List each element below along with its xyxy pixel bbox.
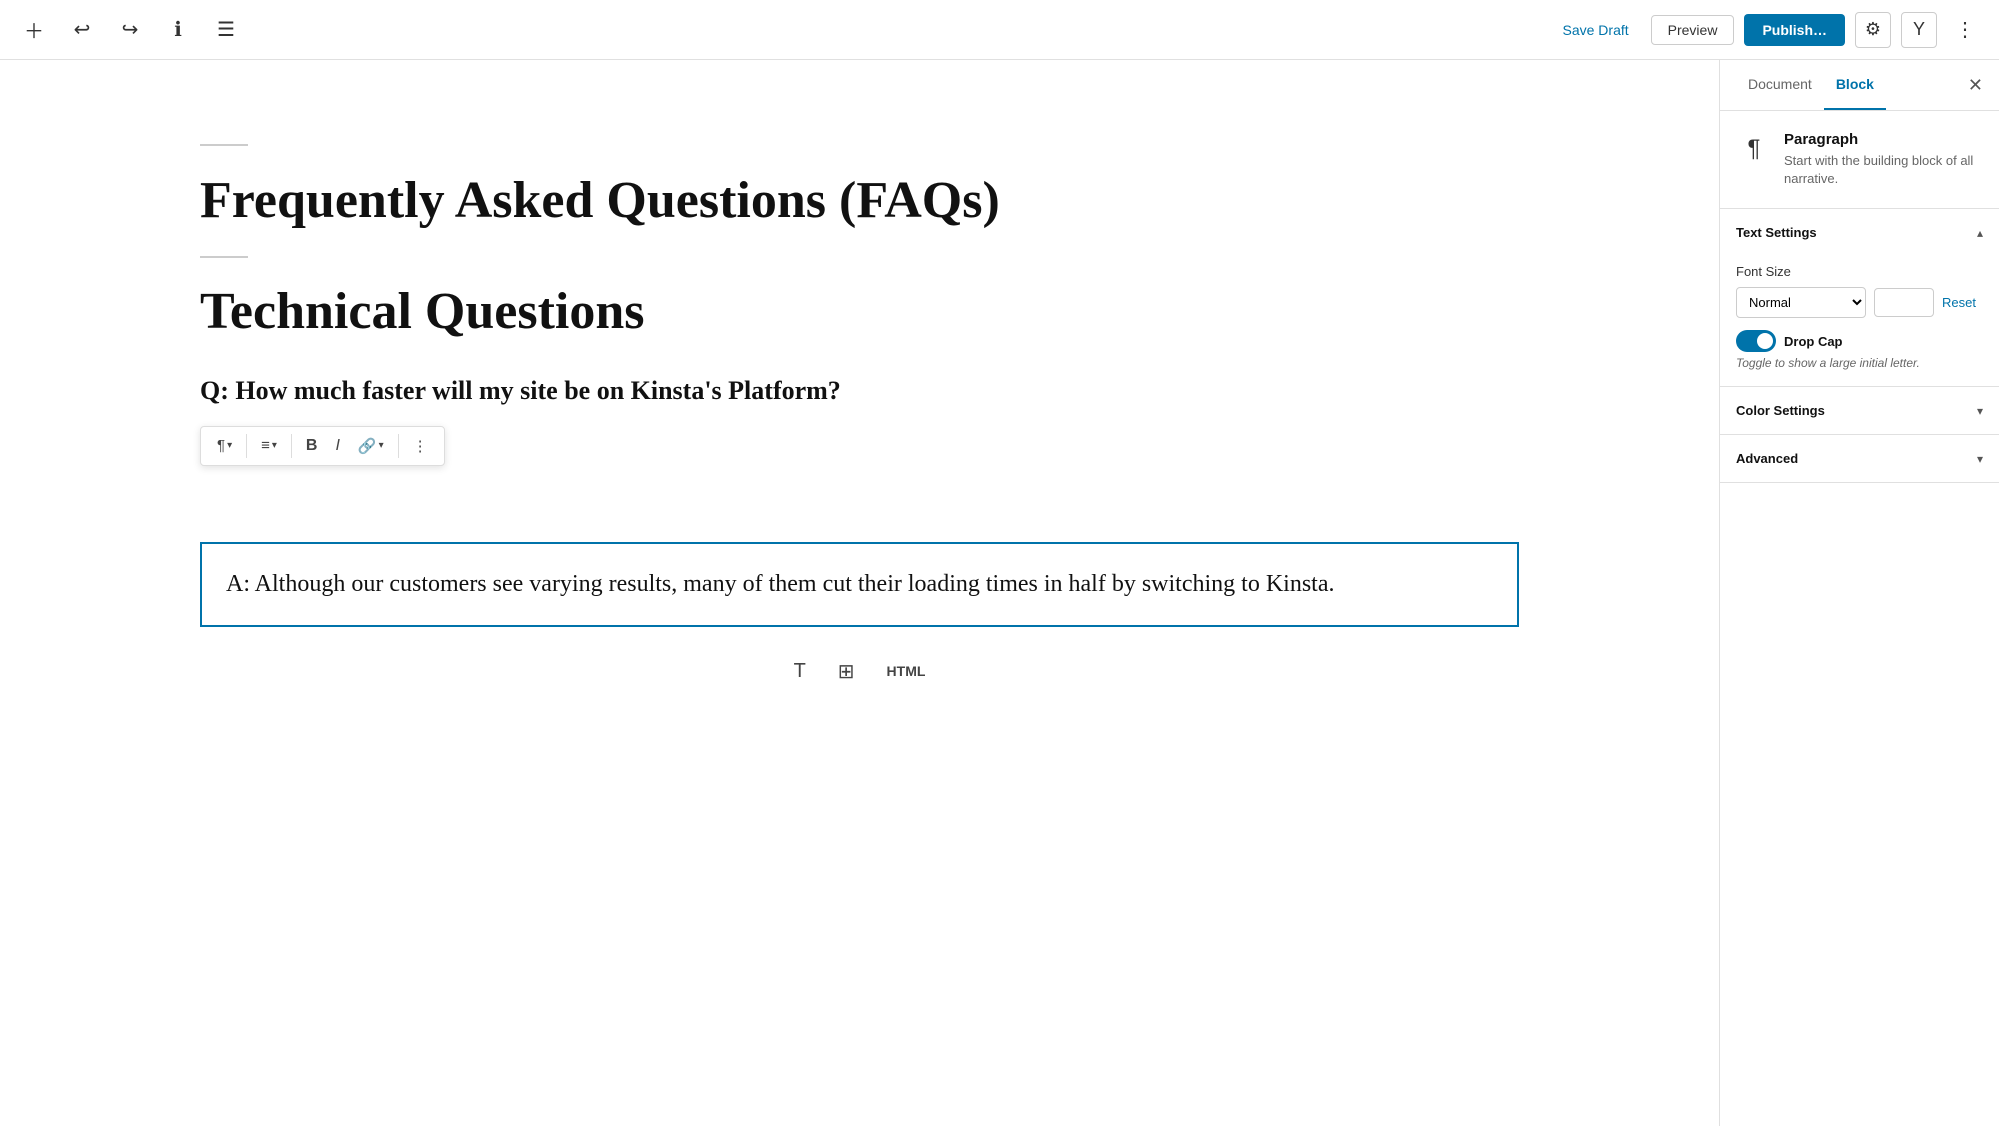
question-text[interactable]: Q: How much faster will my site be on Ki…: [200, 373, 1519, 409]
save-draft-button[interactable]: Save Draft: [1551, 16, 1641, 44]
font-size-reset-button[interactable]: Reset: [1942, 295, 1976, 310]
paragraph-type-button[interactable]: ¶ ▾: [209, 431, 240, 460]
document-tab[interactable]: Document: [1736, 60, 1824, 110]
align-icon: ≡: [261, 437, 270, 454]
link-button[interactable]: 🔗 ▾: [350, 431, 392, 461]
block-info: ¶ Paragraph Start with the building bloc…: [1720, 111, 1999, 209]
sidebar-tabs: Document Block ✕: [1720, 60, 1999, 111]
sidebar-close-button[interactable]: ✕: [1968, 75, 1983, 96]
section-title[interactable]: Technical Questions: [200, 282, 1519, 341]
font-size-select[interactable]: Normal Small Medium Large Huge: [1736, 287, 1866, 318]
add-block-button[interactable]: ＋: [16, 12, 52, 48]
toolbar-divider-1: [246, 434, 247, 458]
block-wrapper: ¶ ▾ ≡ ▾ B I 🔗 ▾ ⋮: [200, 482, 1519, 627]
text-settings-section: Text Settings Font Size Normal Small Med…: [1720, 209, 1999, 387]
more-options-button[interactable]: ⋮: [1947, 12, 1983, 48]
bold-button[interactable]: B: [298, 431, 326, 461]
font-size-label: Font Size: [1736, 264, 1983, 279]
block-type-description: Start with the building block of all nar…: [1784, 152, 1983, 188]
align-dropdown-arrow: ▾: [272, 440, 277, 451]
block-info-text: Paragraph Start with the building block …: [1784, 131, 1983, 188]
advanced-section: Advanced: [1720, 435, 1999, 483]
table-mode-icon: ⊞: [838, 661, 855, 683]
block-type-title: Paragraph: [1784, 131, 1983, 148]
page-title[interactable]: Frequently Asked Questions (FAQs): [200, 170, 1519, 232]
text-settings-title: Text Settings: [1736, 225, 1817, 240]
toolbar-divider-2: [291, 434, 292, 458]
italic-button[interactable]: I: [327, 431, 347, 461]
sidebar-content: ¶ Paragraph Start with the building bloc…: [1720, 111, 1999, 1126]
publish-button[interactable]: Publish…: [1744, 14, 1845, 46]
info-button[interactable]: ℹ: [160, 12, 196, 48]
drop-cap-row: Drop Cap Toggle to show a large initial …: [1736, 330, 1983, 370]
color-settings-title: Color Settings: [1736, 403, 1825, 418]
answer-text: A: Although our customers see varying re…: [226, 571, 1335, 597]
main-layout: Frequently Asked Questions (FAQs) Techni…: [0, 60, 1999, 1126]
text-settings-chevron: [1977, 226, 1983, 240]
link-icon: 🔗: [358, 437, 377, 455]
text-block[interactable]: A: Although our customers see varying re…: [200, 542, 1519, 627]
text-settings-body: Font Size Normal Small Medium Large Huge…: [1720, 256, 1999, 386]
advanced-title: Advanced: [1736, 451, 1798, 466]
separator-1: [200, 144, 248, 146]
topbar-left: ＋ ↩ ↪ ℹ ☰: [16, 12, 244, 48]
sidebar: Document Block ✕ ¶ Paragraph Start with …: [1719, 60, 1999, 1126]
block-toolbar: ¶ ▾ ≡ ▾ B I 🔗 ▾ ⋮: [200, 426, 445, 466]
drop-cap-control: Drop Cap Toggle to show a large initial …: [1736, 330, 1920, 370]
preview-button[interactable]: Preview: [1651, 15, 1735, 45]
more-icon: ⋮: [413, 437, 428, 455]
color-settings-section: Color Settings: [1720, 387, 1999, 435]
font-size-input[interactable]: [1874, 288, 1934, 317]
table-mode-button[interactable]: ⊞: [838, 659, 855, 684]
link-dropdown-arrow: ▾: [379, 440, 384, 451]
topbar: ＋ ↩ ↪ ℹ ☰ Save Draft Preview Publish… ⚙ …: [0, 0, 1999, 60]
text-mode-icon: T: [794, 660, 806, 682]
color-settings-chevron: [1977, 404, 1983, 418]
tools-button[interactable]: ☰: [208, 12, 244, 48]
mode-bar: T ⊞ HTML: [200, 639, 1519, 704]
drop-cap-label: Drop Cap: [1784, 334, 1843, 349]
drop-cap-toggle[interactable]: [1736, 330, 1776, 352]
topbar-right: Save Draft Preview Publish… ⚙ Y ⋮: [1551, 12, 1984, 48]
settings-button[interactable]: ⚙: [1855, 12, 1891, 48]
editor-area: Frequently Asked Questions (FAQs) Techni…: [0, 60, 1719, 1126]
text-settings-toggle[interactable]: Text Settings: [1720, 209, 1999, 256]
advanced-toggle[interactable]: Advanced: [1720, 435, 1999, 482]
redo-button[interactable]: ↪: [112, 12, 148, 48]
block-tab[interactable]: Block: [1824, 60, 1886, 110]
more-toolbar-button[interactable]: ⋮: [405, 431, 436, 461]
text-mode-button[interactable]: T: [794, 660, 806, 683]
block-type-icon: ¶: [1736, 131, 1772, 167]
paragraph-icon: ¶: [217, 437, 225, 454]
undo-button[interactable]: ↩: [64, 12, 100, 48]
drop-cap-description: Toggle to show a large initial letter.: [1736, 356, 1920, 370]
html-mode-button[interactable]: HTML: [887, 663, 926, 679]
font-size-row: Normal Small Medium Large Huge Reset: [1736, 287, 1983, 318]
toolbar-divider-3: [398, 434, 399, 458]
drop-cap-toggle-wrapper: Drop Cap: [1736, 330, 1920, 352]
yoast-button[interactable]: Y: [1901, 12, 1937, 48]
align-button[interactable]: ≡ ▾: [253, 431, 285, 460]
advanced-chevron: [1977, 452, 1983, 466]
paragraph-dropdown-arrow: ▾: [227, 440, 232, 451]
color-settings-toggle[interactable]: Color Settings: [1720, 387, 1999, 434]
separator-2: [200, 256, 248, 258]
